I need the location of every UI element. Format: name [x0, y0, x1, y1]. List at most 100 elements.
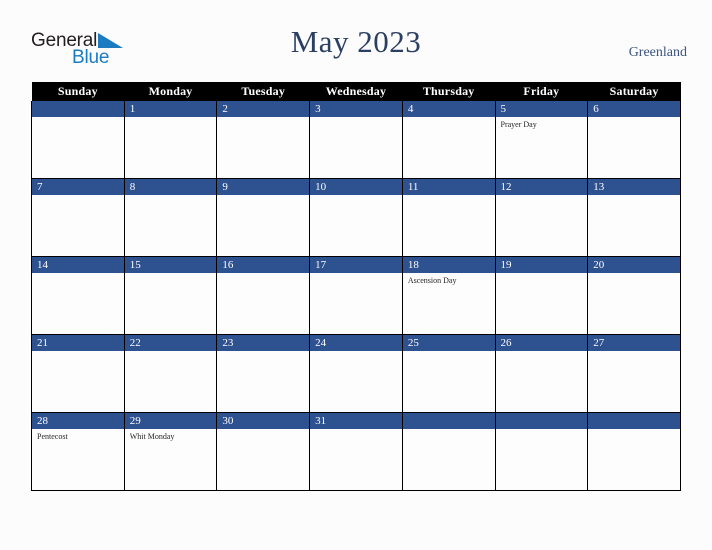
- day-cell-16[interactable]: 16: [216, 256, 311, 335]
- day-number: 12: [496, 179, 587, 195]
- day-cell-11[interactable]: 11: [401, 178, 496, 257]
- day-cell-3[interactable]: 3: [309, 101, 403, 179]
- page-header: General Blue May 2023 Greenland: [0, 0, 712, 82]
- day-number: [403, 413, 495, 429]
- day-cell-empty[interactable]: [31, 101, 125, 179]
- day-cell-31[interactable]: 31: [309, 412, 403, 491]
- day-number: 8: [125, 179, 216, 195]
- day-cell-26[interactable]: 26: [494, 334, 589, 413]
- day-events: [589, 351, 680, 354]
- day-cell-empty[interactable]: [587, 412, 681, 491]
- day-events: [311, 195, 402, 198]
- day-events: [218, 429, 309, 432]
- day-number: 14: [32, 257, 124, 273]
- day-events: [218, 351, 309, 354]
- day-number: 27: [588, 335, 680, 351]
- weekday-header-sunday: Sunday: [31, 82, 125, 101]
- day-cell-15[interactable]: 15: [123, 256, 218, 335]
- day-cell-9[interactable]: 9: [216, 178, 311, 257]
- day-cell-6[interactable]: 6: [587, 101, 681, 179]
- calendar-week-row: 21 22 23 24 25 26 27: [31, 334, 681, 413]
- page-title: May 2023: [290, 24, 422, 59]
- day-events: Pentecost: [32, 429, 123, 442]
- day-cell-12[interactable]: 12: [494, 178, 589, 257]
- day-events: Ascension Day: [403, 273, 494, 286]
- day-cell-10[interactable]: 10: [309, 178, 403, 257]
- day-number: 9: [217, 179, 309, 195]
- day-cell-28[interactable]: 28 Pentecost: [31, 412, 125, 491]
- day-number: 13: [588, 179, 680, 195]
- day-events: [311, 117, 402, 120]
- day-cell-30[interactable]: 30: [216, 412, 311, 491]
- day-events: Whit Monday: [125, 429, 216, 442]
- day-number: 31: [310, 413, 402, 429]
- day-events: [589, 273, 680, 276]
- calendar-week-row: 14 15 16 17 18 Ascension Day 19 20: [31, 256, 681, 335]
- day-events: [218, 117, 309, 120]
- day-events: [32, 351, 123, 354]
- day-number: 21: [32, 335, 124, 351]
- day-events: Prayer Day: [496, 117, 587, 130]
- weekday-header-friday: Friday: [495, 82, 588, 101]
- holiday-label: Prayer Day: [500, 120, 537, 129]
- day-cell-19[interactable]: 19: [494, 256, 589, 335]
- calendar-header-row: Sunday Monday Tuesday Wednesday Thursday Frid…: [31, 82, 681, 101]
- weekday-header-row: Sunday Monday Tuesday Wednesday Thursday Frid…: [31, 82, 681, 101]
- day-events: [403, 351, 494, 354]
- day-events: [125, 195, 216, 198]
- day-cell-5[interactable]: 5 Prayer Day: [494, 101, 589, 179]
- day-cell-25[interactable]: 25: [401, 334, 496, 413]
- day-number: 5: [496, 101, 587, 117]
- weekday-header-thursday: Thursday: [402, 82, 496, 101]
- day-number: [32, 101, 124, 117]
- day-cell-27[interactable]: 27: [587, 334, 681, 413]
- day-number: 24: [310, 335, 402, 351]
- day-number: 15: [125, 257, 216, 273]
- day-number: 20: [588, 257, 680, 273]
- day-events: [403, 429, 494, 432]
- day-cell-2[interactable]: 2: [216, 101, 311, 179]
- day-number: 6: [588, 101, 680, 117]
- day-cell-24[interactable]: 24: [309, 334, 403, 413]
- day-number: [588, 413, 680, 429]
- calendar-week-row: 1 2 3 4 5 Prayer Day 6: [31, 101, 681, 179]
- day-cell-22[interactable]: 22: [123, 334, 218, 413]
- day-events: [125, 351, 216, 354]
- calendar-week-row: 28 Pentecost 29 Whit Monday 30 31: [31, 412, 681, 491]
- day-events: [496, 273, 587, 276]
- day-cell-17[interactable]: 17: [309, 256, 403, 335]
- calendar-page: General Blue May 2023 Greenland Sunday Mo…: [0, 0, 712, 550]
- day-cell-empty[interactable]: [401, 412, 496, 491]
- day-cell-13[interactable]: 13: [587, 178, 681, 257]
- calendar-body: 1 2 3 4 5 Prayer Day 6 7 8 9 10 11 12 13 14 15 16 17 18 Asc…: [31, 101, 681, 491]
- day-events: [589, 117, 680, 120]
- day-cell-8[interactable]: 8: [123, 178, 218, 257]
- day-number: 19: [496, 257, 587, 273]
- day-cell-18[interactable]: 18 Ascension Day: [401, 256, 496, 335]
- day-number: 28: [32, 413, 124, 429]
- holiday-label: Whit Monday: [129, 432, 175, 441]
- day-cell-7[interactable]: 7: [31, 178, 125, 257]
- day-number: 7: [32, 179, 124, 195]
- day-cell-29[interactable]: 29 Whit Monday: [123, 412, 218, 491]
- holiday-label: Ascension Day: [407, 276, 457, 285]
- day-number: [496, 413, 587, 429]
- day-number: 25: [403, 335, 495, 351]
- weekday-header-monday: Monday: [124, 82, 217, 101]
- day-cell-4[interactable]: 4: [401, 101, 496, 179]
- day-cell-23[interactable]: 23: [216, 334, 311, 413]
- day-events: [311, 429, 402, 432]
- day-cell-14[interactable]: 14: [31, 256, 125, 335]
- day-events: [32, 117, 123, 120]
- day-events: [589, 429, 680, 432]
- day-number: 11: [403, 179, 495, 195]
- holiday-label: Pentecost: [37, 432, 68, 441]
- day-number: 2: [217, 101, 309, 117]
- day-cell-20[interactable]: 20: [587, 256, 681, 335]
- day-cell-empty[interactable]: [494, 412, 589, 491]
- day-cell-21[interactable]: 21: [31, 334, 125, 413]
- day-events: [125, 273, 216, 276]
- day-cell-1[interactable]: 1: [123, 101, 218, 179]
- day-events: [403, 117, 494, 120]
- day-events: [311, 351, 402, 354]
